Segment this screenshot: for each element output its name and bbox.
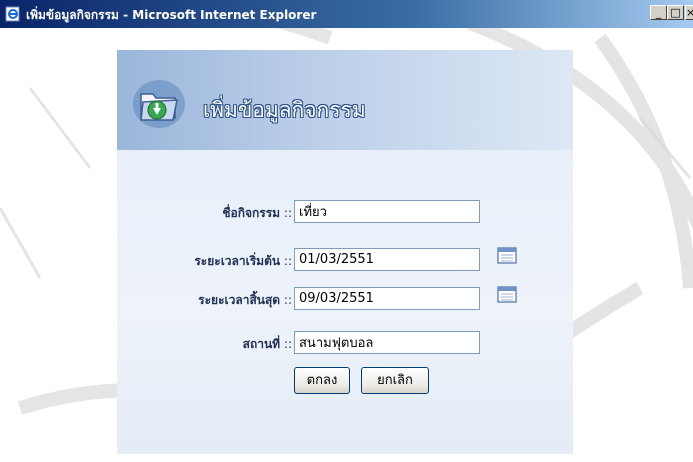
row-activity-name: ชื่อกิจกรรม :: [117, 200, 573, 224]
add-activity-panel: เพิ่มข้อมูลกิจกรรม ชื่อกิจกรรม :: ระยะเว… [117, 50, 573, 454]
location-label-text: สถานที่ [242, 337, 281, 351]
row-end-date: ระยะเวลาสิ้นสุด :: [117, 286, 573, 311]
end-date-label-text: ระยะเวลาสิ้นสุด [198, 293, 281, 307]
end-date-input[interactable] [294, 287, 480, 310]
page-content: เพิ่มข้อมูลกิจกรรม ชื่อกิจกรรม :: ระยะเว… [0, 28, 693, 462]
location-input[interactable] [294, 331, 480, 354]
panel-header: เพิ่มข้อมูลกิจกรรม [117, 50, 573, 150]
start-date-input[interactable] [294, 248, 480, 271]
close-button[interactable]: × [685, 5, 693, 20]
ie-page-icon [5, 6, 20, 22]
start-date-label-text: ระยะเวลาเริ่มต้น [194, 254, 281, 268]
window-title: เพิ่มข้อมูลกิจกรรม - Microsoft Internet … [26, 8, 317, 22]
start-date-label: ระยะเวลาเริ่มต้น :: [194, 252, 292, 271]
ok-button[interactable]: ตกลง [294, 367, 350, 394]
minimize-button[interactable]: _ [650, 5, 667, 20]
folder-download-icon [133, 80, 185, 128]
separator: :: [280, 254, 292, 268]
maximize-button[interactable]: □ [667, 5, 684, 20]
start-date-calendar-icon[interactable] [496, 244, 518, 266]
activity-name-label-text: ชื่อกิจกรรม [222, 206, 281, 220]
row-start-date: ระยะเวลาเริ่มต้น :: [117, 247, 573, 272]
separator: :: [280, 293, 292, 307]
end-date-calendar-icon[interactable] [496, 283, 518, 305]
row-location: สถานที่ :: [117, 331, 573, 355]
separator: :: [280, 337, 292, 351]
activity-name-label: ชื่อกิจกรรม :: [222, 204, 292, 223]
window-titlebar[interactable]: เพิ่มข้อมูลกิจกรรม - Microsoft Internet … [0, 0, 693, 28]
separator: :: [280, 206, 292, 220]
activity-name-input[interactable] [294, 200, 480, 223]
location-label: สถานที่ :: [243, 335, 292, 354]
end-date-label: ระยะเวลาสิ้นสุด :: [198, 291, 292, 310]
panel-title: เพิ่มข้อมูลกิจกรรม [203, 98, 366, 122]
cancel-button[interactable]: ยกเลิก [361, 367, 429, 394]
